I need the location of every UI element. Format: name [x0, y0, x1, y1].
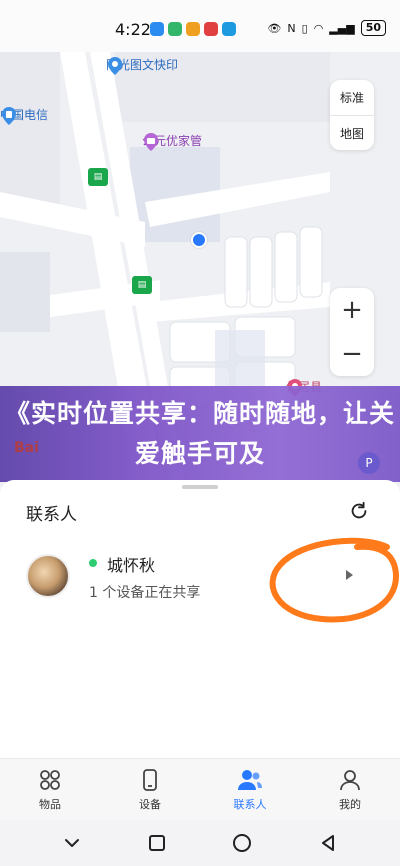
chevron-down-icon[interactable]	[62, 833, 82, 853]
nav-item-me[interactable]: 我的	[300, 759, 400, 820]
poi-print-shop[interactable]: 阳光图文快印	[106, 56, 178, 75]
map-pin-icon	[144, 133, 158, 151]
nav-label: 物品	[39, 797, 61, 811]
app-notification-icon	[222, 22, 236, 36]
map-type-standard-button[interactable]: 标准	[330, 80, 374, 115]
title-banner: 《实时位置共享：随时随地，让关爱触手可及	[0, 386, 400, 482]
recents-square-icon[interactable]	[147, 833, 167, 853]
nav-label: 联系人	[233, 797, 267, 811]
signal-icon: ▂▄▆	[329, 21, 355, 35]
poi-youjia[interactable]: 公元优家管	[142, 132, 202, 151]
nav-item-contacts[interactable]: 联系人	[200, 759, 300, 820]
sheet-drag-handle[interactable]	[182, 485, 218, 489]
orange-circle-annotation	[269, 537, 400, 623]
grid-icon	[40, 769, 60, 790]
system-status-icons: 👁 N ▯ ◠ ▂▄▆ 50	[267, 20, 386, 36]
zoom-controls: + −	[330, 288, 374, 376]
app-notification-icon	[150, 22, 164, 36]
nav-item-items[interactable]: 物品	[0, 759, 100, 820]
bottom-navigation: 物品 设备 联系人 我的	[0, 758, 400, 820]
map-pin-icon	[108, 57, 122, 75]
vibrate-icon: ▯	[301, 21, 308, 35]
refresh-icon[interactable]	[348, 500, 370, 522]
bus-stop-icon[interactable]: ▤	[132, 276, 152, 294]
eye-icon: 👁	[267, 21, 282, 35]
panel-title: 联系人	[26, 505, 77, 525]
zoom-out-button[interactable]: −	[330, 332, 374, 376]
nav-item-devices[interactable]: 设备	[100, 759, 200, 820]
contact-sharing-status: 1 个设备正在共享	[89, 585, 201, 601]
battery-icon: 50	[360, 20, 386, 36]
nav-label: 设备	[139, 797, 161, 811]
app-notification-icon	[186, 22, 200, 36]
baidu-logo: Bai	[14, 440, 39, 456]
system-navigation-bar	[0, 820, 400, 866]
person-icon	[340, 769, 360, 790]
bus-stop-icon[interactable]: ▤	[88, 168, 108, 186]
poi-china-telecom[interactable]: 中国电信	[0, 106, 48, 125]
app-notification-icon	[168, 22, 182, 36]
map-pin-icon	[2, 107, 16, 125]
notification-icons	[150, 22, 236, 36]
contacts-icon	[238, 769, 262, 790]
app-notification-icon	[204, 22, 218, 36]
online-status-dot	[89, 559, 97, 567]
avatar	[26, 554, 70, 598]
banner-text: 《实时位置共享：随时随地，让关爱触手可及	[4, 399, 395, 468]
status-bar: 4:22 👁 N ▯ ◠ ▂▄▆ 50	[0, 0, 400, 52]
current-location-dot	[191, 232, 207, 248]
map-type-layers-button[interactable]: 地图	[330, 116, 374, 151]
phone-icon	[143, 768, 157, 791]
status-time: 4:22	[115, 20, 151, 39]
map-type-switcher: 标准 地图	[330, 80, 374, 150]
back-triangle-icon[interactable]	[318, 833, 338, 853]
nav-label: 我的	[339, 797, 361, 811]
parking-icon: P	[358, 452, 380, 474]
contact-name: 城怀秋	[107, 556, 156, 575]
wifi-icon: ◠	[313, 21, 324, 35]
zoom-in-button[interactable]: +	[330, 288, 374, 332]
home-circle-icon[interactable]	[231, 832, 253, 854]
nfc-icon: N	[287, 21, 296, 35]
